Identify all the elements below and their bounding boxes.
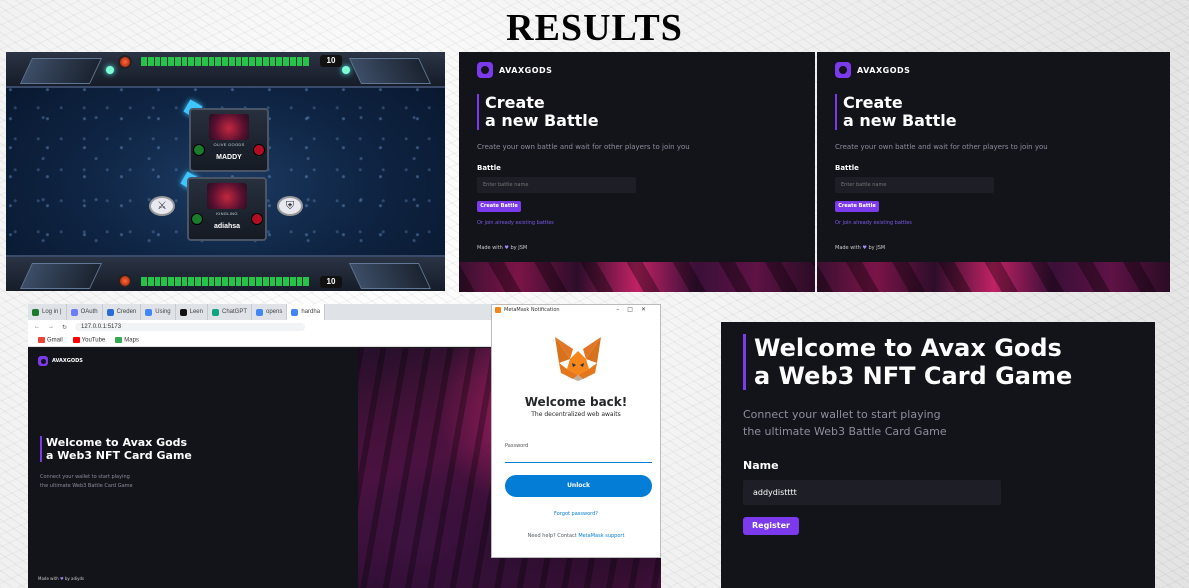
- bookmark-maps[interactable]: Maps: [115, 336, 139, 343]
- opponent-avatar: [118, 55, 132, 69]
- window-controls[interactable]: –□✕: [616, 305, 654, 315]
- url-field[interactable]: 127.0.0.1:5173: [75, 323, 306, 331]
- brand-name: AVAXGODS: [499, 65, 553, 75]
- browser-tab[interactable]: Creden: [103, 304, 142, 320]
- app-logo[interactable]: AVAXGODS: [38, 356, 83, 366]
- opponent-mana: 10: [320, 55, 342, 67]
- page-subtitle: Connect your wallet to start playing the…: [40, 474, 133, 489]
- footer-credit: Made with ♥ by JSM: [835, 245, 886, 251]
- battle-label: Battle: [477, 164, 501, 172]
- player-card: KINGLING adiahsa: [187, 177, 267, 241]
- bookmark-gmail[interactable]: Gmail: [38, 336, 63, 343]
- brand-name: AVAXGODS: [857, 65, 911, 75]
- player-mana: 10: [320, 276, 342, 288]
- page-subtitle: Connect your wallet to start playing the…: [743, 408, 947, 438]
- footer-credit: Made with ♥ by adiyds: [38, 576, 85, 581]
- create-battle-button[interactable]: Create Battle: [835, 201, 879, 212]
- bookmark-youtube[interactable]: YouTube: [72, 336, 105, 343]
- background-art: [817, 262, 1170, 292]
- password-label: Password: [505, 443, 529, 449]
- join-battles-link[interactable]: Or join already existing battles: [835, 220, 912, 226]
- heart-icon: ♥: [862, 245, 867, 251]
- page-title: Create a new Battle: [835, 94, 957, 130]
- frame-wing-left: [19, 58, 103, 84]
- register-button[interactable]: Register: [743, 517, 799, 535]
- footer-credit: Made with ♥ by JSM: [477, 245, 528, 251]
- app-logo[interactable]: AVAXGODS: [477, 62, 552, 78]
- frame-wing-right: [348, 263, 432, 289]
- name-input[interactable]: [743, 480, 1001, 505]
- forward-icon[interactable]: →: [48, 324, 54, 330]
- results-title: RESULTS: [506, 7, 683, 49]
- top-frame: 10: [6, 52, 445, 88]
- avax-logo-icon: [835, 62, 851, 78]
- avax-logo-icon: [477, 62, 493, 78]
- welcome-heading: Welcome back!: [524, 395, 628, 409]
- create-battle-screen: AVAXGODS Create a new Battle Create your…: [817, 52, 1170, 292]
- welcome-page: AVAXGODS Welcome to Avax Gods a Web3 NFT…: [28, 348, 358, 588]
- bottom-frame: 10: [6, 255, 445, 291]
- card-name: KINGLING: [216, 211, 238, 216]
- name-label: Name: [743, 459, 779, 472]
- opponent-health-bar: [141, 57, 310, 66]
- page-title: Welcome to Avax Gods a Web3 NFT Card Gam…: [40, 436, 192, 462]
- password-input[interactable]: [505, 451, 652, 463]
- metamask-fox-icon: [555, 337, 601, 381]
- card-art: [209, 114, 249, 140]
- shield-icon[interactable]: ⛨: [277, 196, 303, 216]
- app-logo[interactable]: AVAXGODS: [835, 62, 910, 78]
- browser-tab[interactable]: OAuth: [67, 304, 103, 320]
- frame-wing-left: [19, 263, 103, 289]
- opponent-card: OLIVE GOODS MADDY: [189, 108, 269, 172]
- glow-light: [106, 66, 114, 74]
- browser-tab[interactable]: Using: [141, 304, 176, 320]
- battle-name-input[interactable]: [835, 177, 994, 193]
- window-titlebar: MetaMask Notification –□✕: [492, 305, 660, 315]
- register-screen: Welcome to Avax Gods a Web3 NFT Card Gam…: [721, 322, 1155, 588]
- heart-icon: ♥: [504, 245, 509, 251]
- page-title: Welcome to Avax Gods a Web3 NFT Card Gam…: [743, 334, 1072, 390]
- browser-tab[interactable]: ChatGPT: [208, 304, 252, 320]
- metamask-popup: MetaMask Notification –□✕ Welcome back! …: [491, 304, 661, 558]
- frame-wing-right: [348, 58, 432, 84]
- card-art: [207, 183, 247, 209]
- browser-tab[interactable]: Leen: [176, 304, 208, 320]
- tagline: The decentralized web awaits: [531, 411, 621, 418]
- browser-tab[interactable]: hardha: [287, 304, 326, 320]
- support-link[interactable]: MetaMask support: [578, 533, 624, 539]
- join-battles-link[interactable]: Or join already existing battles: [477, 220, 554, 226]
- page-subtitle: Create your own battle and wait for othe…: [477, 143, 690, 151]
- reload-icon[interactable]: ↻: [62, 324, 67, 331]
- create-battle-screen: AVAXGODS Create a new Battle Create your…: [459, 52, 815, 292]
- browser-tab[interactable]: Log in |: [28, 304, 67, 320]
- card-name: OLIVE GOODS: [213, 142, 245, 147]
- metamask-icon: [495, 307, 501, 313]
- background-art: [459, 262, 815, 292]
- heart-icon: ♥: [59, 576, 64, 581]
- player-health-bar: [141, 277, 310, 286]
- battle-name-input[interactable]: [477, 177, 636, 193]
- battle-label: Battle: [835, 164, 859, 172]
- browser-tab[interactable]: opens: [252, 304, 288, 320]
- forgot-password-link[interactable]: Forgot password?: [492, 511, 660, 517]
- player-name: adiahsa: [213, 223, 241, 230]
- swords-icon[interactable]: ⚔: [149, 196, 175, 216]
- player-avatar: [118, 274, 132, 288]
- player-name: MADDY: [216, 154, 242, 161]
- page-title: Create a new Battle: [477, 94, 599, 130]
- game-screen: 10 OLIVE GOODS MADDY KINGLING adiahsa ⚔ …: [6, 52, 445, 291]
- avax-logo-icon: [38, 356, 48, 366]
- brand-name: AVAXGODS: [52, 358, 83, 364]
- glow-light: [342, 66, 350, 74]
- create-battle-button[interactable]: Create Battle: [477, 201, 521, 212]
- back-icon[interactable]: ←: [34, 324, 40, 330]
- help-text: Need help? Contact MetaMask support: [527, 533, 625, 539]
- page-subtitle: Create your own battle and wait for othe…: [835, 143, 1048, 151]
- unlock-button[interactable]: Unlock: [505, 475, 652, 497]
